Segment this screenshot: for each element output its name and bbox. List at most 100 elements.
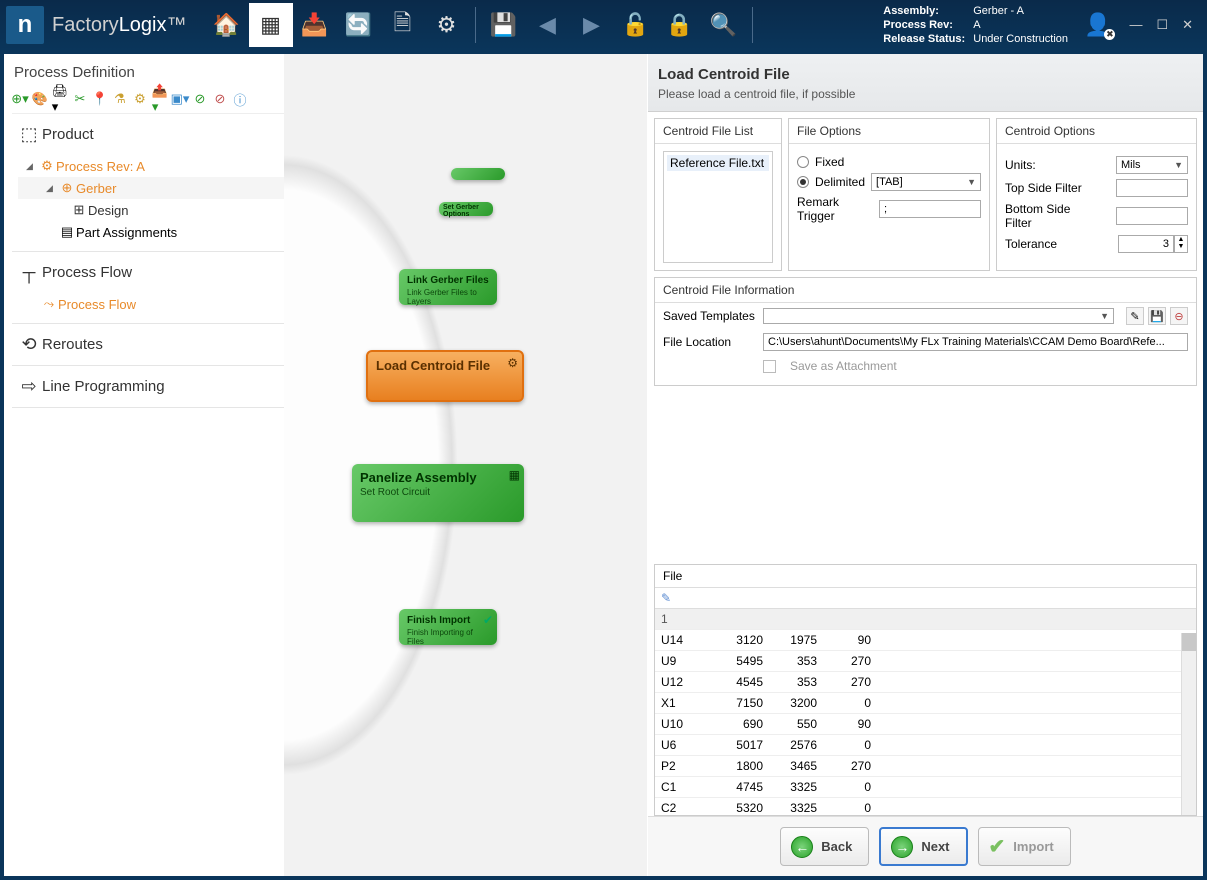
units-select[interactable]: Mils▼ xyxy=(1116,156,1188,174)
remark-trigger-input[interactable]: ; xyxy=(879,200,981,218)
panel-centroid-file-info: Centroid File Information Saved Template… xyxy=(654,277,1197,386)
settings-button[interactable]: ⚙ xyxy=(425,3,469,47)
cube-icon: ⬚ xyxy=(16,124,42,145)
panel-centroid-options: Centroid Options Units: Mils▼ Top Side F… xyxy=(996,118,1197,271)
radio-delimited[interactable] xyxy=(797,176,809,188)
next-button[interactable]: →Next xyxy=(879,827,967,866)
app-logo-icon: n xyxy=(6,6,44,44)
table-row[interactable]: U1069055090 xyxy=(655,714,1196,735)
tree-design[interactable]: ⊞Design xyxy=(18,199,335,221)
lock-button[interactable]: 🔒 xyxy=(658,3,702,47)
delete-template-button[interactable]: ⊖ xyxy=(1170,307,1188,325)
file-location-input[interactable]: C:\Users\ahunt\Documents\My FLx Training… xyxy=(763,333,1188,351)
arrow-right-icon: ⇨ xyxy=(16,376,42,397)
check-icon: ✔ xyxy=(483,613,493,627)
delimiter-select[interactable]: [TAB]▼ xyxy=(871,173,981,191)
file-list[interactable]: Reference File.txt xyxy=(663,151,773,263)
add-icon[interactable]: ⊕▾ xyxy=(12,91,28,107)
export-icon[interactable]: 📤▾ xyxy=(152,91,168,107)
parts-icon: ▤ xyxy=(58,224,76,240)
top-filter-input[interactable] xyxy=(1116,179,1188,197)
allow-icon[interactable]: ⊘ xyxy=(192,91,208,107)
titlebar: n FactoryLogix™ 🏠 ▦ 📥 🔄 🗎 ⚙ 💾 ◀ ▶ 🔓 🔒 🔍 … xyxy=(0,0,1207,50)
table-row[interactable]: X1715032000 xyxy=(655,693,1196,714)
minimize-button[interactable]: — xyxy=(1129,17,1142,33)
package-button[interactable]: 📥 xyxy=(293,3,337,47)
wizard-header: Load Centroid File Please load a centroi… xyxy=(648,54,1203,112)
info-icon[interactable]: ⓘ xyxy=(232,91,248,107)
unlock-button[interactable]: 🔓 xyxy=(614,3,658,47)
section-process-flow[interactable]: ┬ Process Flow ⊙ xyxy=(12,252,335,293)
step-link-gerber[interactable]: Link Gerber Files Link Gerber Files to L… xyxy=(399,269,497,305)
pin-small-icon[interactable]: 📍 xyxy=(92,91,108,107)
grid-button[interactable]: ▦ xyxy=(249,3,293,47)
table-row[interactable]: U95495353270 xyxy=(655,651,1196,672)
document-button[interactable]: 🗎 xyxy=(381,3,425,47)
chip-icon: ▦ xyxy=(509,468,520,482)
chevron-down-icon: ▼ xyxy=(967,177,976,187)
wizard-buttons: ←Back →Next ✔Import xyxy=(648,816,1203,876)
flow-small-icon: ⤳ xyxy=(40,296,58,312)
save-template-button[interactable]: 💾 xyxy=(1148,307,1166,325)
tree-part-assignments[interactable]: ▤Part Assignments xyxy=(18,221,335,243)
edit-template-button[interactable]: ✎ xyxy=(1126,307,1144,325)
layer-icon[interactable]: ▣▾ xyxy=(172,91,188,107)
section-reroutes[interactable]: ⟲ Reroutes ⊙ xyxy=(12,324,335,365)
file-data-grid: File ✎ 1 U143120197590U95495353270U12454… xyxy=(654,564,1197,816)
cut-icon[interactable]: ✂ xyxy=(72,91,88,107)
back-button[interactable]: ←Back xyxy=(780,827,869,866)
back-nav-button[interactable]: ◀ xyxy=(526,3,570,47)
close-button[interactable]: ✕ xyxy=(1182,17,1193,33)
step-panelize[interactable]: Panelize Assembly Set Root Circuit ▦ xyxy=(352,464,524,522)
sync-button[interactable]: 🔄 xyxy=(337,3,381,47)
print-icon[interactable]: 🖨▾ xyxy=(52,91,68,107)
maximize-button[interactable]: ☐ xyxy=(1156,17,1168,33)
sidebar: Process Definition 📌 ⊕▾ 🎨 🖨▾ ✂ 📍 ⚗ ⚙ 📤▾ … xyxy=(4,54,344,876)
step-tiny[interactable] xyxy=(451,168,505,180)
palette-icon[interactable]: 🎨 xyxy=(32,91,48,107)
chevron-down-icon: ▼ xyxy=(1100,311,1109,321)
bottom-filter-input[interactable] xyxy=(1116,207,1188,225)
import-button[interactable]: ✔Import xyxy=(978,827,1071,866)
table-row[interactable]: U143120197590 xyxy=(655,630,1196,651)
grid-table[interactable]: 1 U143120197590U95495353270U124545353270… xyxy=(655,609,1196,815)
save-attachment-checkbox[interactable] xyxy=(763,360,776,373)
saved-templates-select[interactable]: ▼ xyxy=(763,308,1114,324)
flask-icon[interactable]: ⚗ xyxy=(112,91,128,107)
grid-edit-icon[interactable]: ✎ xyxy=(655,588,1196,609)
tree-gerber[interactable]: ◢⊕Gerber xyxy=(18,177,335,199)
home-button[interactable]: 🏠 xyxy=(205,3,249,47)
tree-process-flow-item[interactable]: ⤳Process Flow xyxy=(18,293,335,315)
deny-icon[interactable]: ⊘ xyxy=(212,91,228,107)
forward-nav-button[interactable]: ▶ xyxy=(570,3,614,47)
table-row[interactable]: C1474533250 xyxy=(655,777,1196,798)
sidebar-toolbar: ⊕▾ 🎨 🖨▾ ✂ 📍 ⚗ ⚙ 📤▾ ▣▾ ⊘ ⊘ ⓘ xyxy=(12,89,335,114)
arrow-right-icon: → xyxy=(891,836,913,858)
section-product[interactable]: ⬚ Product ⊙ xyxy=(12,114,335,155)
section-line-programming[interactable]: ⇨ Line Programming ⊙ xyxy=(12,366,335,407)
table-row[interactable]: U6501725760 xyxy=(655,735,1196,756)
table-row[interactable]: U124545353270 xyxy=(655,672,1196,693)
gear-small-icon[interactable]: ⚙ xyxy=(132,91,148,107)
save-button[interactable]: 💾 xyxy=(482,3,526,47)
pin-icon[interactable]: 📌 xyxy=(317,65,333,81)
panel-centroid-file-list: Centroid File List Reference File.txt xyxy=(654,118,782,271)
step-load-centroid[interactable]: Load Centroid File ⚙ xyxy=(366,350,524,402)
table-row[interactable]: P218003465270 xyxy=(655,756,1196,777)
user-icon[interactable]: 👤 xyxy=(1084,12,1111,38)
target-icon: ⊕ xyxy=(58,180,76,196)
file-list-item[interactable]: Reference File.txt xyxy=(667,155,769,171)
tolerance-spinner[interactable]: ▲▼ xyxy=(1174,235,1188,253)
tree-process-rev[interactable]: ◢⚙Process Rev: A xyxy=(18,155,335,177)
separator xyxy=(475,7,476,43)
reroute-icon: ⟲ xyxy=(16,334,42,355)
tolerance-input[interactable]: 3 xyxy=(1118,235,1174,253)
scrollbar[interactable] xyxy=(1181,633,1196,815)
radio-fixed[interactable]: Fixed xyxy=(797,155,981,169)
process-canvas[interactable]: Set Gerber Options Link Gerber Files Lin… xyxy=(344,54,1203,876)
step-finish-import[interactable]: Finish Import Finish Importing of Files … xyxy=(399,609,497,645)
search-button[interactable]: 🔍 xyxy=(702,3,746,47)
step-set-gerber-options[interactable]: Set Gerber Options xyxy=(439,202,493,216)
chevron-down-icon: ▼ xyxy=(1174,160,1183,170)
table-row[interactable]: C2532033250 xyxy=(655,798,1196,816)
